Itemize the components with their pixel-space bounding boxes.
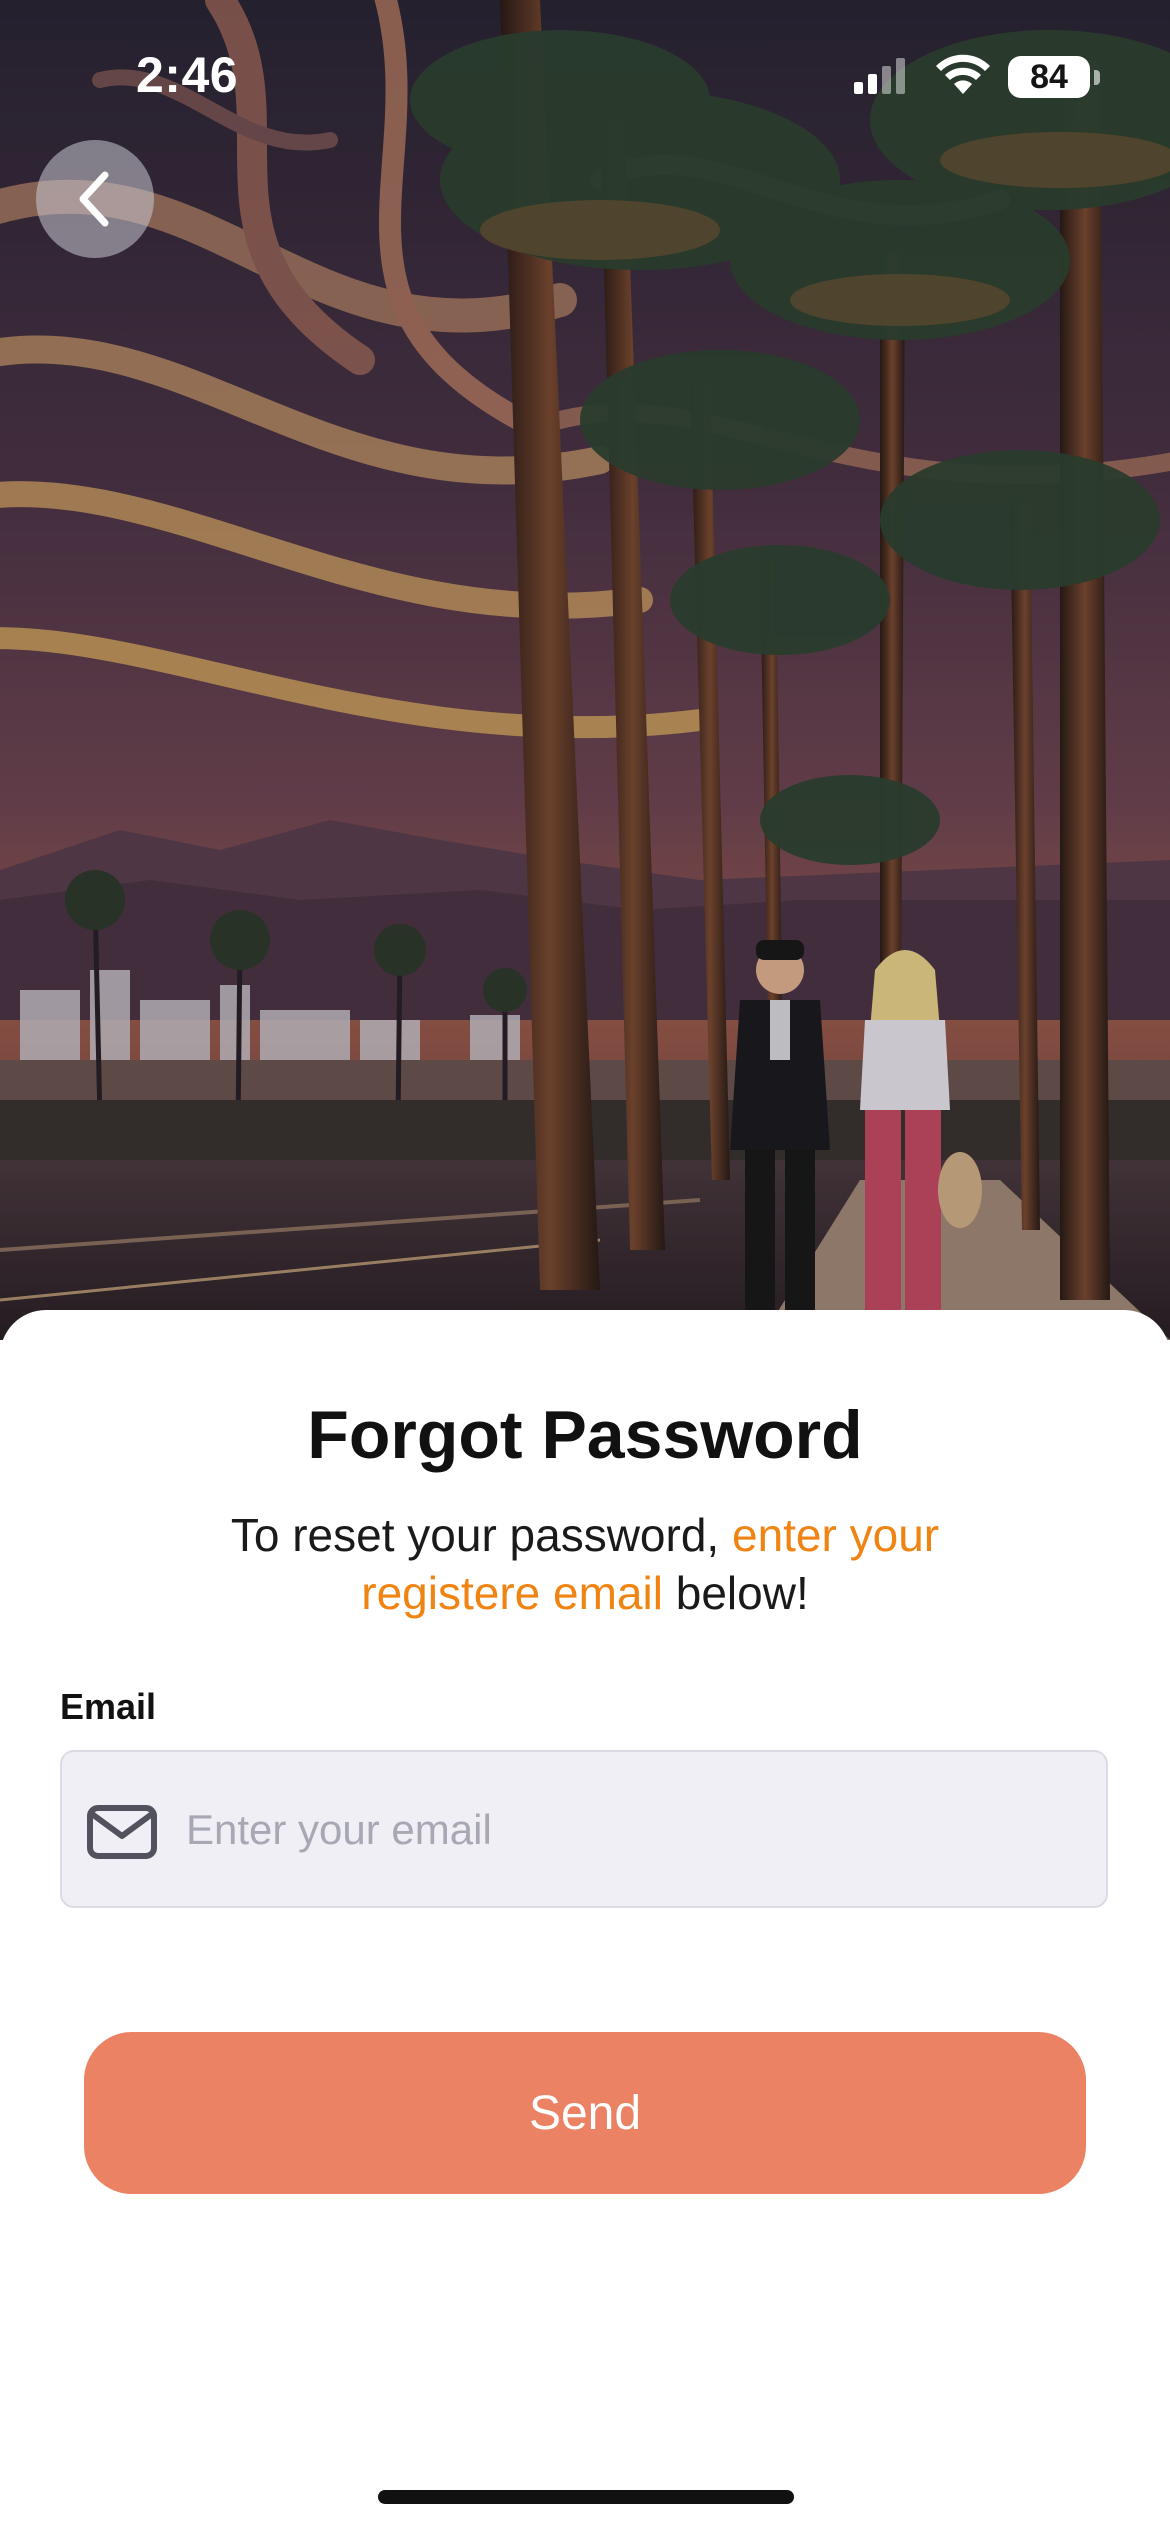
forgot-password-screen: 2:46 84 Forgot Password To reset your pa… (0, 0, 1170, 2532)
status-bar: 2:46 84 (0, 0, 1170, 150)
page-title: Forgot Password (307, 1397, 863, 1473)
email-label: Email (60, 1686, 157, 1727)
instruction-text: To reset your password, enter your regis… (150, 1506, 1020, 1622)
back-button[interactable] (36, 140, 154, 258)
chevron-left-icon (79, 171, 109, 227)
battery-icon: 84 (1008, 56, 1090, 98)
forgot-password-sheet: Forgot Password To reset your password, … (0, 1310, 1170, 2532)
instruction-lead: To reset your password, (230, 1509, 732, 1561)
instruction-tail: below! (662, 1567, 809, 1619)
home-indicator[interactable] (378, 2490, 794, 2504)
email-field[interactable] (60, 1750, 1108, 1908)
email-input[interactable] (186, 1780, 1066, 1880)
battery-cap (1094, 70, 1100, 85)
wifi-icon (936, 54, 990, 94)
hero-illustration (0, 0, 1170, 1340)
signal-icon (854, 58, 905, 94)
send-button[interactable]: Send (84, 2032, 1086, 2194)
mail-icon (87, 1805, 157, 1859)
status-time: 2:46 (136, 47, 239, 103)
